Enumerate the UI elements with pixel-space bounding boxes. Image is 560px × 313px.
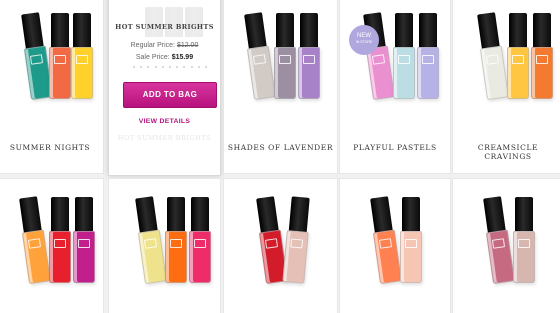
view-details-link[interactable]: VIEW DETAILS bbox=[109, 118, 220, 125]
product-title[interactable]: CREAMSICLE CRAVINGS bbox=[453, 143, 560, 161]
regular-price-label: Regular Price: bbox=[130, 42, 175, 49]
polish-bottles-image bbox=[0, 179, 103, 299]
product-grid: SUMMER NIGHTS HOT SUMMER BRIGHTS Regular… bbox=[0, 0, 560, 313]
add-to-bag-button[interactable]: ADD TO BAG bbox=[123, 82, 217, 108]
faded-product-title: HOT SUMMER BRIGHTS bbox=[117, 134, 212, 142]
sale-price: Sale Price: $15.99 bbox=[109, 54, 220, 61]
product-card[interactable] bbox=[108, 178, 221, 313]
product-card-hot-summer-brights[interactable]: HOT SUMMER BRIGHTS Regular Price: $12.00… bbox=[108, 0, 221, 176]
product-card-summer-nights[interactable]: SUMMER NIGHTS bbox=[0, 0, 104, 174]
polish-bottles-image bbox=[224, 0, 337, 115]
rating-dots bbox=[133, 66, 207, 69]
badge-text: NEW bbox=[357, 33, 371, 39]
product-card[interactable] bbox=[0, 178, 104, 313]
polish-bottles-image bbox=[340, 0, 450, 115]
product-card[interactable] bbox=[223, 178, 338, 313]
product-card-shades-of-lavender[interactable]: SHADES OF LAVENDER bbox=[223, 0, 338, 174]
polish-bottles-image bbox=[453, 179, 560, 299]
sale-price-label: Sale Price: bbox=[135, 54, 170, 61]
polish-bottles-image bbox=[224, 179, 337, 299]
product-title[interactable]: SUMMER NIGHTS bbox=[0, 143, 103, 152]
product-card[interactable] bbox=[339, 178, 451, 313]
polish-bottles-image bbox=[340, 179, 450, 299]
sale-price-value: $15.99 bbox=[171, 54, 194, 61]
regular-price: Regular Price: $12.00 bbox=[109, 42, 220, 49]
polish-bottles-image bbox=[453, 0, 560, 115]
product-card[interactable] bbox=[452, 178, 560, 313]
badge-subtext: IN STORE bbox=[355, 40, 373, 44]
product-title[interactable]: SHADES OF LAVENDER bbox=[224, 143, 337, 152]
product-title[interactable]: PLAYFUL PASTELS bbox=[340, 143, 450, 152]
new-badge: NEW IN STORE bbox=[349, 25, 379, 55]
regular-price-value: $12.00 bbox=[176, 42, 199, 49]
polish-bottles-image bbox=[0, 0, 103, 115]
hover-product-title: HOT SUMMER BRIGHTS bbox=[115, 23, 214, 31]
product-card-creamsicle-cravings[interactable]: CREAMSICLE CRAVINGS bbox=[452, 0, 560, 174]
product-card-playful-pastels[interactable]: NEW IN STORE PLAYFUL PASTELS bbox=[339, 0, 451, 174]
polish-bottles-image bbox=[109, 179, 220, 299]
